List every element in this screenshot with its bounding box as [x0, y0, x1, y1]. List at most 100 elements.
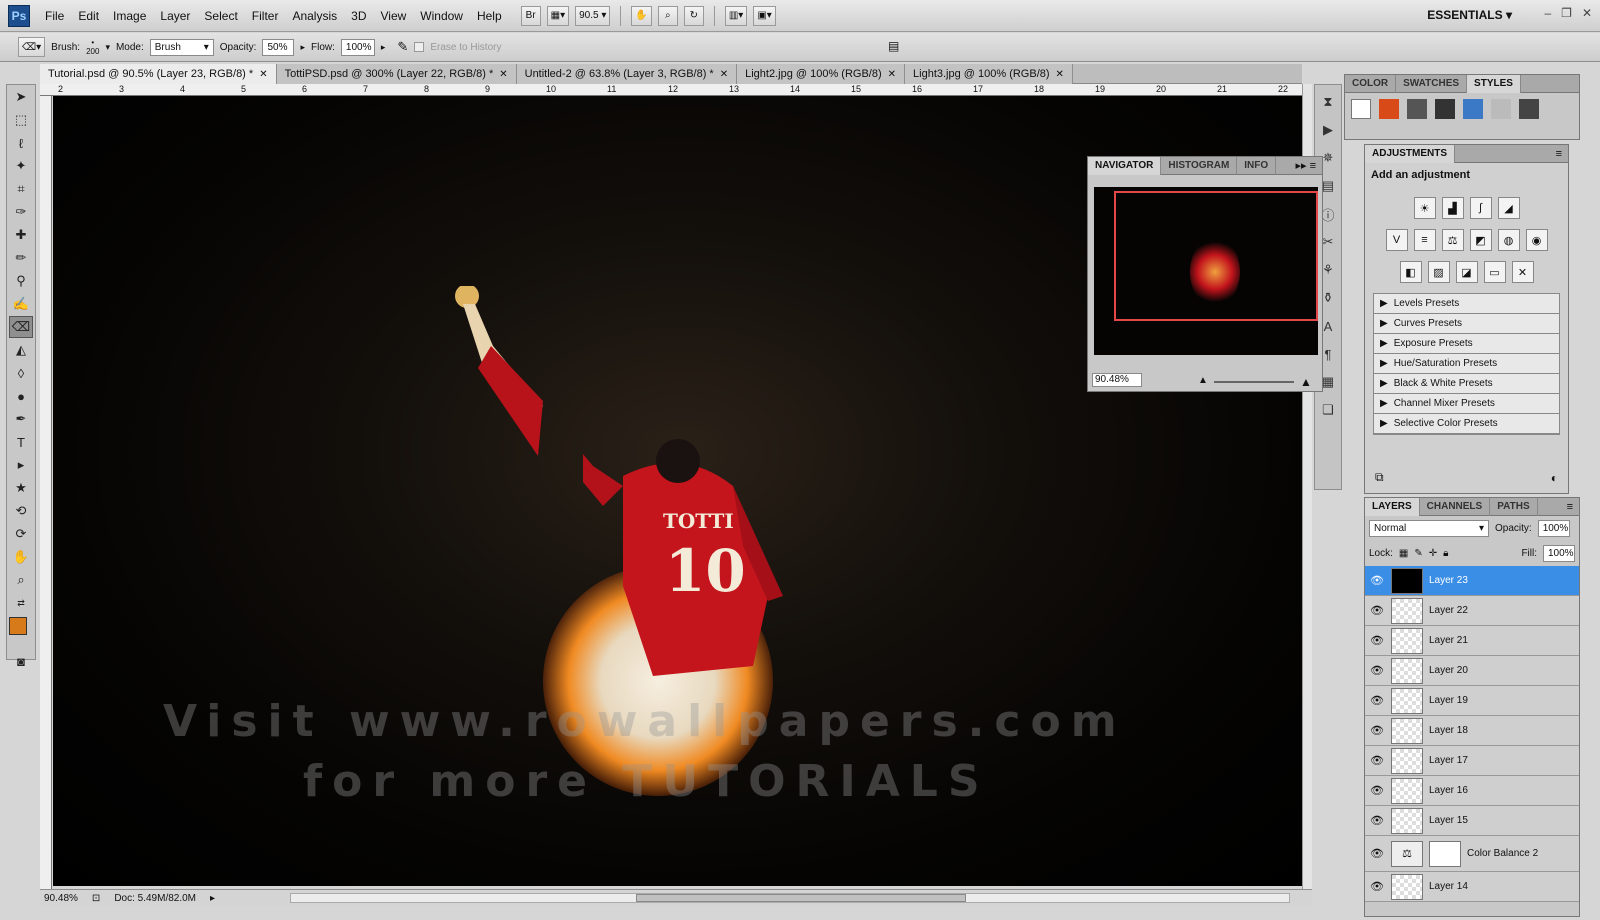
zoom-level-select[interactable]: 90.5 ▾ [575, 5, 611, 26]
menu-analysis[interactable]: Analysis [285, 9, 344, 23]
hand-tool-button[interactable]: ✋ [631, 5, 652, 26]
tab-tutorial[interactable]: Tutorial.psd @ 90.5% (Layer 23, RGB/8) *… [40, 64, 277, 84]
style-swatch[interactable] [1435, 99, 1455, 119]
invert-icon[interactable]: ◧ [1399, 261, 1422, 283]
brush-panel-icon[interactable]: ▤ [888, 39, 899, 53]
eye-icon[interactable]: 👁︎ [1369, 574, 1385, 587]
preset-black-white[interactable]: ▶ Black & White Presets [1374, 374, 1559, 394]
menu-image[interactable]: Image [106, 9, 153, 23]
crop-tool-icon[interactable]: ⌗ [9, 178, 33, 200]
opacity-input[interactable]: 50% [262, 38, 295, 56]
tab-swatches[interactable]: SWATCHES [1396, 74, 1468, 93]
preset-hue-saturation[interactable]: ▶ Hue/Saturation Presets [1374, 354, 1559, 374]
history-brush-tool-icon[interactable]: ✍ [9, 293, 33, 315]
quick-mask-icon[interactable]: ◙ [9, 650, 33, 672]
workspace-switcher[interactable]: ESSENTIALS ▾ [1427, 8, 1512, 22]
preset-curves[interactable]: ▶ Curves Presets [1374, 314, 1559, 334]
tab-light2[interactable]: Light2.jpg @ 100% (RGB/8) ✕ [737, 64, 906, 84]
clone-stamp-tool-icon[interactable]: ⚲ [9, 270, 33, 292]
healing-brush-tool-icon[interactable]: ✚ [9, 224, 33, 246]
exposure-icon[interactable]: ◢ [1497, 197, 1520, 219]
scroll-thumb[interactable] [636, 894, 966, 902]
shape-tool-icon[interactable]: ★ [9, 477, 33, 499]
menu-filter[interactable]: Filter [245, 9, 286, 23]
lock-image-icon[interactable]: ✎ [1414, 548, 1422, 559]
clip-to-layer-icon[interactable]: ⧉ [1375, 470, 1384, 485]
move-tool-icon[interactable]: ➤ [9, 86, 33, 108]
lock-position-icon[interactable]: ✛ [1429, 548, 1437, 559]
style-swatch[interactable] [1379, 99, 1399, 119]
dodge-tool-icon[interactable]: ● [9, 385, 33, 407]
erase-history-checkbox[interactable] [414, 42, 425, 52]
layer-row[interactable]: 👁︎ Layer 17 [1365, 746, 1579, 776]
zoom-out-icon[interactable]: ▲ [1198, 375, 1208, 386]
zoom-in-icon[interactable]: ▲ [1300, 375, 1312, 389]
close-tab-icon[interactable]: ✕ [888, 69, 896, 80]
panel-menu-icon[interactable]: ≡ [1567, 501, 1579, 513]
lock-transparent-icon[interactable]: ▦ [1399, 548, 1408, 559]
selective-color-icon[interactable]: ✕ [1511, 261, 1534, 283]
eye-icon[interactable]: 👁︎ [1369, 634, 1385, 647]
eye-icon[interactable]: 👁︎ [1369, 604, 1385, 617]
ruler-vertical[interactable] [40, 96, 52, 890]
menu-3d[interactable]: 3D [344, 9, 373, 23]
tool-preset-picker[interactable]: ⌫▾ [18, 37, 46, 57]
navigator-zoom-slider[interactable] [1214, 381, 1294, 383]
tab-info[interactable]: INFO [1237, 156, 1277, 175]
tab-tottipsd[interactable]: TottiPSD.psd @ 300% (Layer 22, RGB/8) * ✕ [276, 64, 517, 84]
vibrance-icon[interactable]: V [1385, 229, 1408, 251]
blur-tool-icon[interactable]: ◊ [9, 362, 33, 384]
eraser-tool-icon[interactable]: ⌫ [9, 316, 33, 338]
zoom-tool-icon[interactable]: ⌕ [9, 569, 33, 591]
tab-navigator[interactable]: NAVIGATOR [1088, 156, 1162, 175]
tab-styles[interactable]: STYLES [1467, 74, 1521, 93]
menu-help[interactable]: Help [470, 9, 509, 23]
layer-row[interactable]: 👁︎ Layer 16 [1365, 776, 1579, 806]
screen-mode-button[interactable]: ▣▾ [753, 5, 776, 26]
channel-mixer-icon[interactable]: ◉ [1525, 229, 1548, 251]
minimize-icon[interactable]: – [1544, 6, 1551, 20]
menu-view[interactable]: View [373, 9, 413, 23]
layer-row[interactable]: 👁︎ Layer 19 [1365, 686, 1579, 716]
zoom-tool-button[interactable]: ⌕ [657, 5, 678, 26]
close-tab-icon[interactable]: ✕ [720, 69, 728, 80]
navigator-zoom-input[interactable]: 90.48% [1092, 373, 1142, 387]
status-info-icon[interactable]: ⊡ [92, 893, 100, 904]
status-zoom[interactable]: 90.48% [44, 893, 78, 904]
quick-selection-tool-icon[interactable]: ✦ [9, 155, 33, 177]
layer-comps-icon[interactable]: ❏ [1317, 399, 1339, 421]
preset-selective-color[interactable]: ▶ Selective Color Presets [1374, 414, 1559, 434]
gradient-map-icon[interactable]: ▭ [1483, 261, 1506, 283]
blend-mode-select[interactable]: Normal ▾ [1369, 520, 1489, 537]
eye-icon[interactable]: 👁︎ [1369, 694, 1385, 707]
style-swatch[interactable] [1519, 99, 1539, 119]
brightness-contrast-icon[interactable]: ☀ [1413, 197, 1436, 219]
canvas-horizontal-scrollbar[interactable] [290, 893, 1290, 903]
brush-picker[interactable]: • 200 [86, 38, 99, 56]
path-selection-tool-icon[interactable]: ▸ [9, 454, 33, 476]
style-swatch[interactable] [1463, 99, 1483, 119]
foreground-color[interactable] [9, 617, 27, 635]
history-panel-icon[interactable]: ⧗ [1317, 91, 1339, 113]
airbrush-icon[interactable]: ✎ [397, 39, 408, 55]
menu-layer[interactable]: Layer [153, 9, 197, 23]
flow-slider-arrow-icon[interactable]: ▸ [381, 42, 386, 53]
tab-histogram[interactable]: HISTOGRAM [1161, 156, 1238, 175]
eyedropper-tool-icon[interactable]: ✑ [9, 201, 33, 223]
close-icon[interactable]: ✕ [1582, 6, 1592, 20]
color-balance-icon[interactable]: ⚖ [1441, 229, 1464, 251]
flow-input[interactable]: 100% [340, 38, 375, 56]
view-extras-button[interactable]: ▦▾ [546, 5, 570, 26]
marquee-tool-icon[interactable]: ⬚ [9, 109, 33, 131]
swap-colors-icon[interactable]: ⇄ [9, 592, 33, 614]
close-tab-icon[interactable]: ✕ [1056, 69, 1064, 80]
tab-color[interactable]: COLOR [1345, 74, 1397, 93]
ruler-horizontal[interactable]: 2 3 4 5 6 7 8 9 10 11 12 13 14 15 16 17 18 19 20 21 22 [40, 84, 1302, 96]
status-menu-arrow-icon[interactable]: ▸ [210, 893, 215, 904]
tab-channels[interactable]: CHANNELS [1420, 497, 1491, 516]
adjustment-options-icon[interactable]: ◐ [1551, 471, 1558, 485]
adjustment-layer-row[interactable]: 👁︎ ⚖ Color Balance 2 [1365, 836, 1579, 872]
3d-rotate-tool-icon[interactable]: ⟲ [9, 500, 33, 522]
levels-icon[interactable]: ▟ [1441, 197, 1464, 219]
style-none-swatch[interactable] [1351, 99, 1371, 119]
